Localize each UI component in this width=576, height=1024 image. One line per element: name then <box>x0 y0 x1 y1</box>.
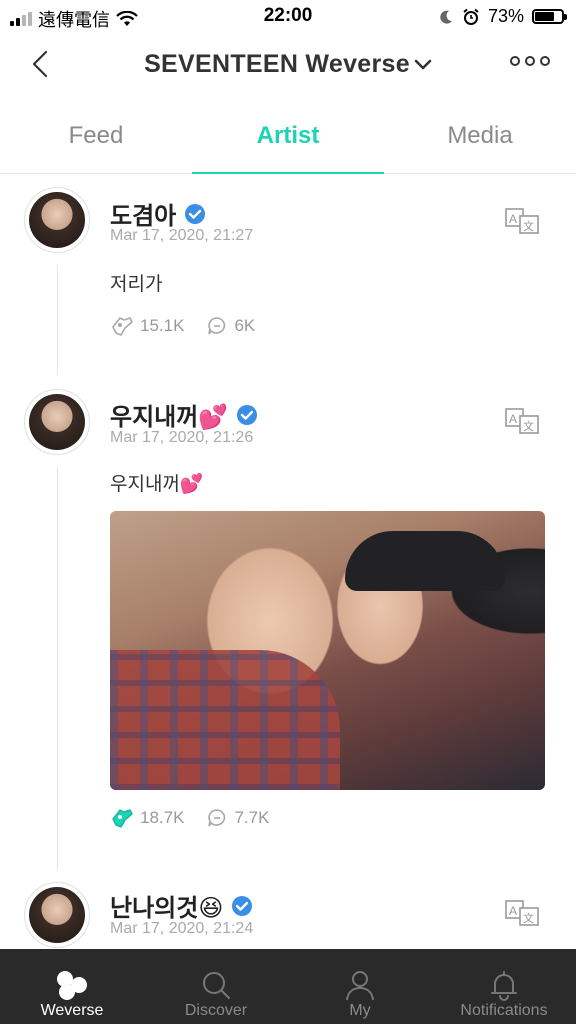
app-header: SEVENTEEN Weverse <box>0 34 576 98</box>
nav-label: My <box>349 1002 371 1019</box>
nav-discover[interactable]: Discover <box>144 949 288 1024</box>
post-text: 우지내꺼💕 <box>110 474 204 495</box>
page-title: SEVENTEEN Weverse <box>144 50 410 78</box>
battery-percent: 73% <box>487 6 524 26</box>
status-right: 73% <box>438 6 567 27</box>
svg-text:A: A <box>509 212 517 226</box>
post-author[interactable]: 도겸아 <box>110 196 206 231</box>
comment-button[interactable]: 6K <box>206 315 255 337</box>
svg-text:A: A <box>509 412 517 426</box>
like-button[interactable]: 18.7K <box>110 807 184 829</box>
thread-line <box>57 265 58 375</box>
comment-icon <box>208 317 226 335</box>
tab-media[interactable]: Media <box>384 98 576 173</box>
post-stats: 15.1K 6K <box>110 315 255 337</box>
post-author[interactable]: 우지내꺼💕 <box>110 397 258 432</box>
cheer-icon <box>112 317 133 336</box>
tab-bar: Feed Artist Media <box>0 98 576 174</box>
status-bar: 遠傳電信 22:00 73% <box>0 0 576 34</box>
translate-icon[interactable]: A 文 <box>504 897 544 929</box>
nav-notifications[interactable]: Notifications <box>432 949 576 1024</box>
feed-post[interactable]: 우지내꺼💕 Mar 17, 2020, 21:26 A 文 우지내꺼💕 18.7… <box>0 375 576 870</box>
svg-text:文: 文 <box>523 419 534 433</box>
svg-text:文: 文 <box>523 219 534 233</box>
thread-line <box>57 467 58 870</box>
more-dot-icon <box>525 56 535 66</box>
author-name: 우지내꺼💕 <box>110 404 229 431</box>
comment-count: 7.7K <box>234 808 270 827</box>
nav-label: Notifications <box>460 1002 548 1019</box>
feed-post[interactable]: 난나의것😆 Mar 17, 2020, 21:24 A 文 <box>0 870 576 949</box>
photo-detail <box>345 531 505 591</box>
artist-feed[interactable]: 도겸아 Mar 17, 2020, 21:27 A 文 저리가 15.1K 6K… <box>0 175 576 949</box>
cheer-icon <box>112 809 133 828</box>
moon-icon <box>440 10 452 24</box>
comment-count: 6K <box>234 316 256 335</box>
avatar[interactable] <box>24 187 90 253</box>
post-date: Mar 17, 2020, 21:27 <box>110 227 254 244</box>
tab-feed[interactable]: Feed <box>0 98 192 173</box>
like-count: 18.7K <box>140 808 185 827</box>
comment-button[interactable]: 7.7K <box>206 807 269 829</box>
verified-badge-icon <box>232 895 253 916</box>
tab-artist[interactable]: Artist <box>192 98 384 174</box>
post-date: Mar 17, 2020, 21:26 <box>110 429 254 446</box>
like-count: 15.1K <box>140 316 185 335</box>
photo-detail <box>110 650 340 790</box>
nav-label: Weverse <box>40 1002 104 1019</box>
battery-icon <box>532 9 567 24</box>
post-photo[interactable] <box>110 511 545 790</box>
avatar[interactable] <box>24 882 90 948</box>
translate-icon[interactable]: A 文 <box>504 205 544 237</box>
bottom-nav: Weverse Discover My Notifications <box>0 949 576 1024</box>
author-name: 도겸아 <box>110 203 177 230</box>
like-button[interactable]: 15.1K <box>110 315 184 337</box>
nav-my[interactable]: My <box>288 949 432 1024</box>
post-stats: 18.7K 7.7K <box>110 807 269 829</box>
bell-icon <box>491 971 517 1001</box>
more-dot-icon <box>510 56 520 66</box>
svg-text:文: 文 <box>523 911 534 925</box>
feed-post[interactable]: 도겸아 Mar 17, 2020, 21:27 A 文 저리가 15.1K 6K <box>0 175 576 375</box>
nav-label: Discover <box>184 1002 248 1019</box>
alarm-icon <box>463 8 479 25</box>
verified-badge-icon <box>185 203 206 224</box>
post-text: 저리가 <box>110 274 163 295</box>
author-name: 난나의것😆 <box>110 895 224 922</box>
search-icon <box>203 972 230 999</box>
more-dot-icon <box>540 56 550 66</box>
avatar[interactable] <box>24 389 90 455</box>
svg-text:A: A <box>509 904 517 918</box>
user-icon <box>346 971 374 1001</box>
post-date: Mar 17, 2020, 21:24 <box>110 920 254 937</box>
translate-icon[interactable]: A 文 <box>504 405 544 437</box>
community-title-dropdown[interactable]: SEVENTEEN Weverse <box>0 50 576 79</box>
weverse-logo-icon <box>57 971 87 1000</box>
verified-badge-icon <box>237 404 258 425</box>
comment-icon <box>208 809 226 827</box>
post-author[interactable]: 난나의것😆 <box>110 888 253 923</box>
chevron-down-icon <box>414 60 432 70</box>
more-options-button[interactable] <box>510 56 550 66</box>
nav-weverse[interactable]: Weverse <box>0 949 144 1024</box>
